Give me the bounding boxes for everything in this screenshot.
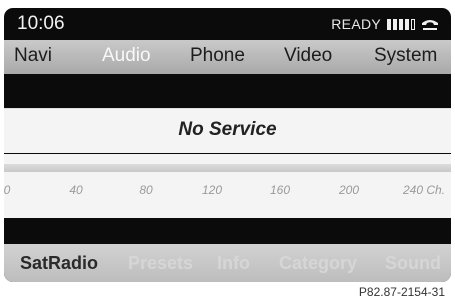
scale-tick-label: 200 <box>338 183 360 197</box>
channel-scale: 0 40 80 120 160 200 240 Ch. <box>4 154 451 218</box>
submenu-item-satradio[interactable]: SatRadio <box>20 253 98 274</box>
menu-item-audio[interactable]: Audio <box>102 45 151 67</box>
main-menu: Navi Audio Phone Video System <box>4 40 451 74</box>
signal-strength-icon <box>387 18 415 30</box>
submenu-item-info[interactable]: Info <box>217 253 250 274</box>
scale-tick-label: 240 Ch. <box>402 183 446 197</box>
scale-tick-label: 160 <box>269 183 291 197</box>
head-unit-display: 10:06 READY Navi Audio Phone Video Syste… <box>4 8 451 282</box>
figure-id: P82.87-2154-31 <box>358 285 445 299</box>
scale-tick-label: 40 <box>69 183 83 197</box>
menu-item-video[interactable]: Video <box>284 45 332 67</box>
phone-handset-icon <box>422 20 438 30</box>
menu-item-navi[interactable]: Navi <box>14 45 52 67</box>
phone-status-text: READY <box>331 16 381 32</box>
status-indicators: READY <box>331 16 439 32</box>
scale-tick-label: 80 <box>139 183 153 197</box>
scale-tick-label: 0 <box>4 183 11 197</box>
clock: 10:06 <box>17 13 65 34</box>
menu-item-phone[interactable]: Phone <box>190 45 245 67</box>
channel-scale-track[interactable] <box>4 164 451 172</box>
submenu-item-sound[interactable]: Sound <box>385 253 441 274</box>
menu-item-system[interactable]: System <box>374 45 437 67</box>
status-bar: 10:06 READY <box>4 8 451 40</box>
service-status-message: No Service <box>178 119 277 140</box>
sub-menu: SatRadio Presets Info Category Sound <box>4 244 451 282</box>
submenu-item-presets[interactable]: Presets <box>128 253 193 274</box>
submenu-item-category[interactable]: Category <box>279 253 357 274</box>
scale-tick-label: 120 <box>201 183 223 197</box>
